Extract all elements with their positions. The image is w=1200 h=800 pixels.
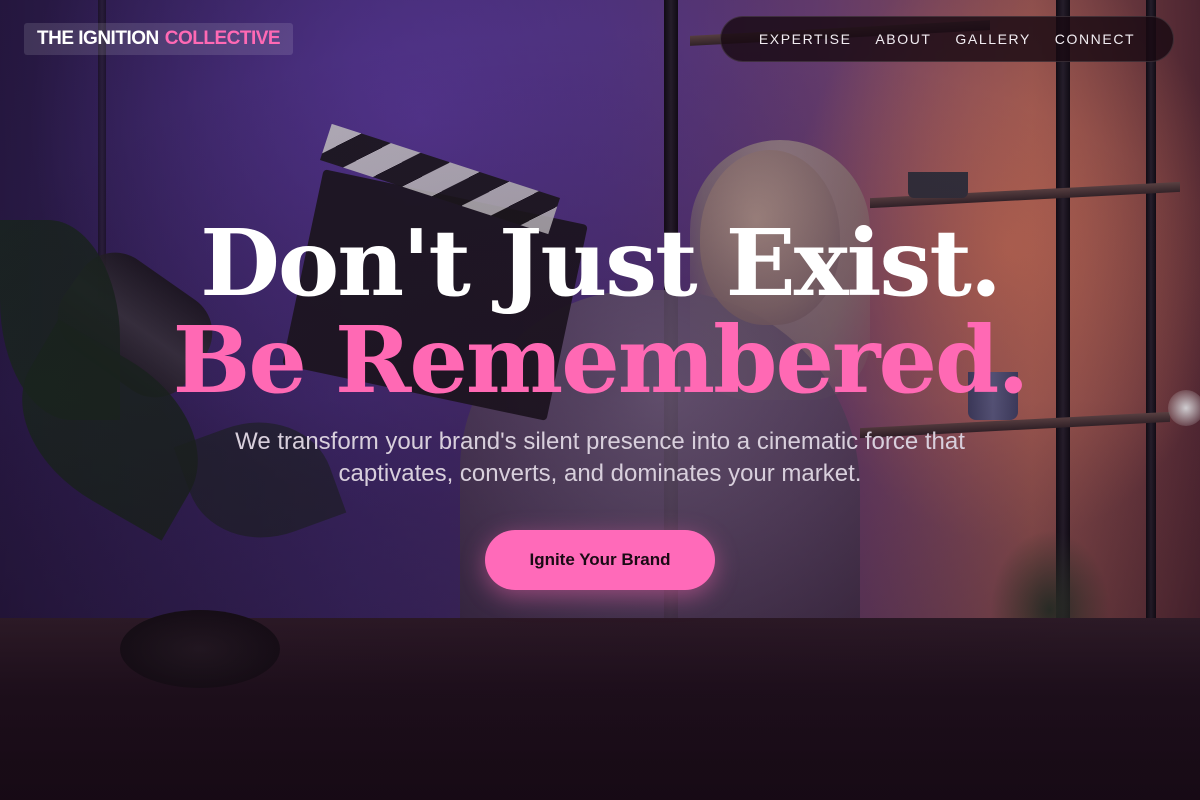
hero-headline-line2: Be Remembered.: [172, 306, 1030, 414]
brand-name-primary: THE IGNITION: [37, 28, 159, 49]
hero-headline-line1: Don't Just Exist.: [200, 209, 1002, 317]
nav-link-connect[interactable]: CONNECT: [1055, 31, 1135, 47]
hero-subheading: We transform your brand's silent presenc…: [200, 426, 1000, 490]
hero-subheading-line2: captivates, converts, and dominates your…: [338, 460, 862, 487]
hero-subheading-line1: We transform your brand's silent presenc…: [235, 428, 965, 455]
ignite-your-brand-button[interactable]: Ignite Your Brand: [485, 530, 715, 590]
nav-link-about[interactable]: ABOUT: [875, 31, 931, 47]
brand-name-accent: COLLECTIVE: [164, 28, 281, 49]
nav-link-expertise[interactable]: EXPERTISE: [759, 31, 852, 47]
brand-logo[interactable]: THE IGNITION COLLECTIVE: [24, 23, 294, 55]
nav-link-gallery[interactable]: GALLERY: [955, 31, 1031, 47]
main-nav: EXPERTISE ABOUT GALLERY CONNECT: [720, 16, 1174, 62]
